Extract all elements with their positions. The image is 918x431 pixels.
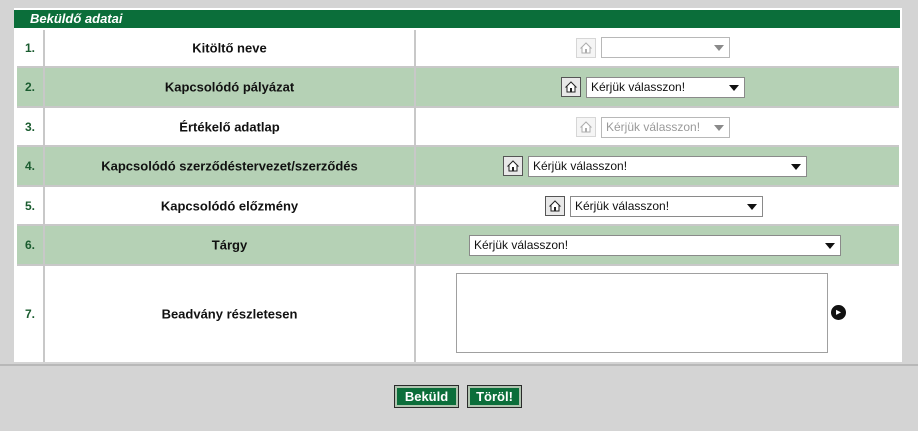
delete-button[interactable]: Töröl!: [467, 385, 522, 408]
filler-name-select[interactable]: [601, 37, 730, 58]
related-contract-select[interactable]: Kérjük válasszon!: [528, 156, 807, 177]
home-icon: [576, 38, 596, 58]
field-label: Értékelő adatlap: [179, 119, 280, 134]
subject-select[interactable]: Kérjük válasszon!: [469, 235, 841, 256]
form-row-filler-name: 1. Kitöltő neve: [17, 30, 899, 68]
form-row-details: 7. Beadvány részletesen ▸: [17, 266, 899, 362]
field-label: Tárgy: [211, 237, 248, 253]
submit-button[interactable]: Beküld: [394, 385, 459, 408]
row-number: 1.: [25, 41, 36, 55]
home-icon[interactable]: [561, 77, 581, 97]
field-label: Kapcsolódó szerződéstervezet/szerződés: [101, 158, 358, 174]
form-row-related-precedent: 5. Kapcsolódó előzmény Kérjük válasszon!: [17, 187, 899, 226]
field-label: Kapcsolódó előzmény: [160, 198, 299, 213]
row-number: 2.: [25, 80, 36, 94]
row-number: 5.: [25, 198, 36, 213]
chevron-down-icon: [714, 125, 724, 131]
details-textarea[interactable]: [456, 273, 828, 353]
row-number: 6.: [25, 238, 36, 252]
field-label: Kapcsolódó pályázat: [164, 79, 295, 95]
chevron-down-icon: [714, 45, 724, 51]
form-row-related-application: 2. Kapcsolódó pályázat Kérjük válasszon!: [17, 68, 899, 108]
form-row-subject: 6. Tárgy Kérjük válasszon!: [17, 226, 899, 266]
related-application-select[interactable]: Kérjük válasszon!: [586, 77, 745, 98]
home-icon[interactable]: [503, 156, 523, 176]
divider: [0, 364, 918, 366]
chevron-down-icon: [791, 164, 801, 170]
chevron-down-icon: [747, 204, 757, 210]
row-number: 3.: [25, 119, 36, 134]
chevron-down-icon: [729, 85, 739, 91]
related-precedent-select[interactable]: Kérjük válasszon!: [570, 196, 763, 217]
field-label: Kitöltő neve: [192, 40, 267, 56]
arrow-right-circle-icon[interactable]: ▸: [831, 305, 846, 320]
form-panel: Beküldő adatai 1. Kitöltő neve 2. Kapcso…: [14, 8, 902, 362]
chevron-down-icon: [825, 243, 835, 249]
field-label: Beadvány részletesen: [161, 306, 298, 322]
row-number: 7.: [25, 307, 36, 321]
evaluation-sheet-select[interactable]: Kérjük válasszon!: [601, 117, 730, 138]
row-number: 4.: [25, 159, 36, 173]
home-icon[interactable]: [545, 196, 565, 216]
section-header: Beküldő adatai: [14, 10, 900, 28]
form-row-related-contract: 4. Kapcsolódó szerződéstervezet/szerződé…: [17, 147, 899, 187]
home-icon: [576, 117, 596, 137]
form-row-evaluation-sheet: 3. Értékelő adatlap Kérjük válasszon!: [17, 108, 899, 147]
